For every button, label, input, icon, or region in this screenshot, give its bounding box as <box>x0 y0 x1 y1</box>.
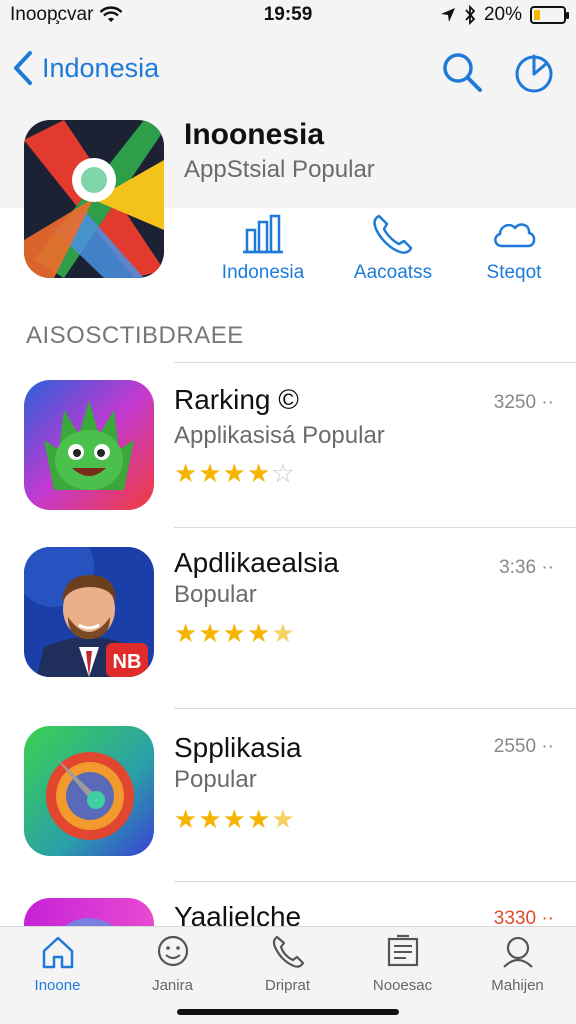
tab-label: Inoone <box>34 977 81 994</box>
back-label: Indonesia <box>42 52 160 83</box>
divider <box>174 881 576 882</box>
tab-face[interactable]: Janira <box>115 933 230 994</box>
action-label: Steqot <box>486 262 542 283</box>
navigation-bar: Indonesia <box>0 32 576 114</box>
divider <box>174 362 576 363</box>
call-action-button[interactable]: Aacoatss <box>333 212 453 284</box>
star-icon: ★ <box>198 618 223 648</box>
tab-documents[interactable]: Nooesac <box>345 933 460 994</box>
star-icon: ★ <box>271 804 296 834</box>
chart-action-button[interactable]: Indonesia <box>203 212 323 284</box>
home-indicator[interactable] <box>177 1009 399 1015</box>
tab-label: Nooesac <box>372 977 433 994</box>
divider <box>174 708 576 709</box>
star-icon: ★ <box>174 458 199 488</box>
chart-icon <box>243 214 283 254</box>
phone-icon <box>272 935 304 968</box>
star-rating: ★★★★☆ <box>174 458 296 489</box>
app-icon <box>24 380 154 510</box>
list-item[interactable]: Spplikasia Popular ★★★★★ 2550 ·· <box>0 708 576 878</box>
tab-label: Mahijen <box>491 977 544 994</box>
app-icon: NB <box>24 547 154 677</box>
cloud-action-button[interactable]: Steqot <box>454 212 574 284</box>
app-subtitle: Popular <box>174 766 257 793</box>
battery-icon <box>530 6 569 24</box>
battery-percent: 20% <box>483 4 522 25</box>
featured-app-subtitle: AppStsial Popular <box>184 156 375 183</box>
tab-profile[interactable]: Mahijen <box>460 933 575 994</box>
star-icon: ★ <box>246 458 272 488</box>
search-icon[interactable] <box>440 50 484 94</box>
app-title: Rarking © <box>174 384 299 415</box>
featured-app-icon[interactable] <box>24 120 164 278</box>
status-right: 20% <box>440 4 569 26</box>
svg-text:NB: NB <box>113 651 142 673</box>
face-icon <box>157 935 188 967</box>
list-item[interactable]: NB Apdlikaealsia Bopular ★★★★★ 3:36 ·· <box>0 527 576 697</box>
app-title: Apdlikaealsia <box>174 547 339 578</box>
status-bar: Inoop̧cvar 19:59 20% <box>0 0 576 32</box>
app-price[interactable]: 3:36 ·· <box>499 557 554 579</box>
share-icon[interactable] <box>512 50 556 94</box>
action-label: Indonesia <box>221 262 305 283</box>
app-icon <box>24 898 154 926</box>
star-rating: ★★★★★ <box>174 804 296 835</box>
star-icon: ★ <box>174 804 199 834</box>
action-label: Aacoatss <box>353 262 433 283</box>
phone-icon <box>373 214 413 254</box>
action-row: Indonesia Aacoatss Steqot <box>200 212 576 292</box>
app-price[interactable]: 3330 ·· <box>494 908 554 926</box>
profile-icon <box>502 936 533 968</box>
bluetooth-icon <box>465 5 476 25</box>
app-price[interactable]: 3250 ·· <box>494 392 554 414</box>
app-title: Spplikasia <box>174 732 302 763</box>
app-price[interactable]: 2550 ·· <box>494 736 554 758</box>
star-icon: ★ <box>222 804 247 834</box>
cloud-icon <box>494 223 536 248</box>
app-title: Yaalielche <box>174 901 302 926</box>
tab-phone[interactable]: Driprat <box>230 933 345 994</box>
app-subtitle: Applikasisá Popular <box>174 422 385 449</box>
star-icon: ★ <box>222 458 247 488</box>
tab-label: Driprat <box>264 977 310 994</box>
star-icon: ★ <box>174 618 199 648</box>
star-icon: ★ <box>222 618 247 648</box>
app-icon <box>24 726 154 856</box>
star-icon: ★ <box>198 458 223 488</box>
chevron-left-icon <box>14 51 32 85</box>
location-icon <box>440 8 455 22</box>
back-button[interactable]: Indonesia <box>12 50 159 86</box>
star-icon: ★ <box>246 804 272 834</box>
tab-label: Janira <box>152 977 193 994</box>
list-item[interactable]: Yaalielche 3330 ·· <box>0 881 576 926</box>
document-icon <box>387 934 418 967</box>
star-icon: ☆ <box>271 458 296 488</box>
tab-home[interactable]: Inoone <box>0 933 115 994</box>
star-icon: ★ <box>198 804 223 834</box>
divider <box>174 527 576 528</box>
home-icon <box>42 936 73 969</box>
list-item[interactable]: Rarking © Applikasisá Popular ★★★★☆ 3250… <box>0 362 576 532</box>
star-icon: ★ <box>246 618 272 648</box>
featured-app-title: Inoonesia <box>184 118 325 151</box>
app-subtitle: Bopular <box>174 581 257 608</box>
star-rating: ★★★★★ <box>174 618 296 649</box>
star-icon: ★ <box>271 618 296 648</box>
section-title: AISOSCTIBDRAEE <box>26 322 244 349</box>
